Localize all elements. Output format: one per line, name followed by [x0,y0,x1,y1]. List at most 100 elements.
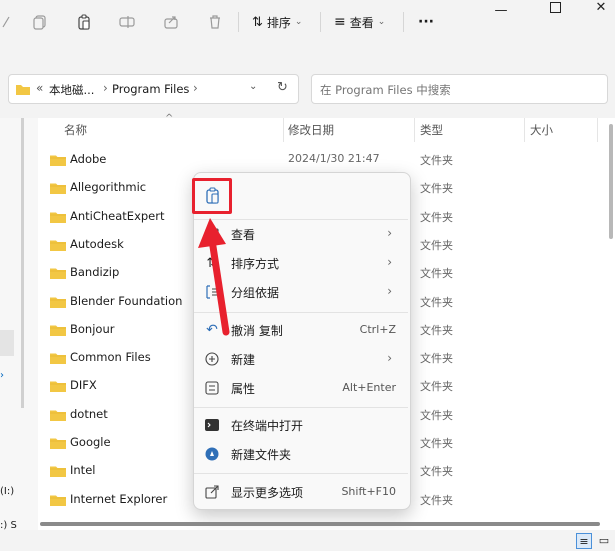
search-box[interactable] [311,74,608,104]
menu-item-shortcut: Shift+F10 [341,485,396,498]
view-label: 查看 [349,15,374,30]
chevron-right-icon: › [387,255,392,269]
folder-icon [50,381,66,393]
navigation-scrollbar[interactable] [21,118,24,408]
navigation-drive-i[interactable]: (I:) [0,486,14,497]
breadcrumb-program-files[interactable]: Program Files [112,82,189,96]
toolbar-divider [238,12,239,32]
delete-button[interactable] [202,10,228,34]
share-icon [164,16,178,29]
address-bar[interactable]: « 本地磁... › Program Files › ⌄ ↻ [8,74,299,104]
file-name: Common Files [70,350,151,365]
file-name: Intel [70,463,96,478]
folder-icon [50,466,66,478]
new-folder-icon [204,446,220,462]
file-type: 文件夹 [420,323,453,337]
menu-item-properties[interactable]: 属性 Alt+Enter [200,374,402,402]
tiles-view-icon: ▭ [598,533,610,547]
menu-item-label: 显示更多选项 [231,486,304,500]
folder-icon [50,268,66,280]
file-type: 文件夹 [420,154,453,167]
file-type: 文件夹 [420,182,453,196]
toolbar-divider [403,12,404,32]
file-date: 2024/1/30 21:47 [288,152,380,165]
column-divider[interactable] [414,118,415,142]
toolbar-divider [320,12,321,32]
refresh-icon[interactable]: ↻ [277,80,288,95]
file-type: 文件夹 [420,238,453,252]
copy-icon [33,15,46,30]
file-type: 文件夹 [420,295,453,309]
file-name: Internet Explorer [70,491,168,506]
menu-item-shortcut: Alt+Enter [342,381,396,394]
file-name: Bonjour [70,321,115,336]
file-name: DIFX [70,378,97,393]
horizontal-scrollbar[interactable] [40,522,600,526]
properties-icon [204,380,220,396]
close-icon: ✕ [595,0,607,15]
breadcrumb-separator[interactable]: › [193,81,198,95]
menu-item-label: 在终端中打开 [231,419,304,433]
menu-item-label: 新建文件夹 [231,448,292,462]
file-type: 文件夹 [420,465,453,479]
add-circle-icon [204,351,220,367]
chevron-down-icon: ⌄ [294,17,303,27]
file-row[interactable]: Adobe 2024/1/30 21:47 文件夹 [50,146,610,174]
annotation-arrow-icon [198,218,230,336]
navigation-selected-item[interactable] [0,330,14,356]
breadcrumb-separator[interactable]: › [103,81,108,95]
maximize-button[interactable] [532,0,578,20]
file-name: Autodesk [70,236,124,251]
rename-button[interactable] [114,10,140,34]
share-button[interactable] [158,10,184,34]
column-header-date[interactable]: 修改日期 [288,122,334,138]
column-header-type[interactable]: 类型 [420,122,443,138]
view-button[interactable]: ≡ 查看 ⌄ [334,12,385,32]
tiles-view-button[interactable]: ▭ [597,533,611,547]
sort-button[interactable]: ⇅ 排序 ⌄ [252,12,302,32]
navigation-item-marker[interactable]: › [0,370,4,381]
close-button[interactable]: ✕ [578,0,615,20]
menu-item-shortcut: Ctrl+Z [359,323,396,336]
terminal-icon [204,417,220,433]
chevron-right-icon: › [387,226,392,240]
menu-item-open-terminal[interactable]: 在终端中打开 [200,411,402,439]
column-divider[interactable] [283,118,284,142]
details-view-button[interactable]: ≡ [576,533,592,549]
rename-icon [119,16,135,28]
menu-item-new-folder[interactable]: 新建文件夹 [200,440,402,468]
copy-button[interactable] [27,10,53,34]
menu-item-show-more-options[interactable]: 显示更多选项 Shift+F10 [200,478,402,506]
file-type: 文件夹 [420,267,453,281]
open-external-icon [204,484,220,500]
breadcrumb-overflow[interactable]: « [36,81,43,95]
column-header-size[interactable]: 大小 [530,122,553,138]
highlight-box [192,178,232,214]
file-type: 文件夹 [420,437,453,450]
cut-icon[interactable] [0,10,12,34]
menu-item-new[interactable]: 新建 › [200,345,402,373]
status-bar [0,530,615,551]
file-name: AntiCheatExpert [70,208,165,223]
menu-divider [194,473,408,474]
minimize-button[interactable]: — [478,0,524,20]
breadcrumb-drive[interactable]: 本地磁... [49,82,94,98]
maximize-icon [549,1,561,13]
folder-icon [50,410,66,421]
chevron-right-icon: › [387,351,392,365]
file-name: Allegorithmic [70,180,147,195]
file-name: Adobe [70,152,107,166]
menu-item-label: 属性 [231,382,256,396]
search-input[interactable] [318,79,602,101]
column-divider[interactable] [524,118,525,142]
trash-icon [210,15,220,29]
paste-icon [78,14,90,30]
file-type: 文件夹 [420,210,453,224]
folder-icon [50,212,66,223]
paste-button[interactable] [71,10,97,34]
more-options-button[interactable]: ··· [418,12,434,32]
file-name: dotnet [70,406,108,421]
address-history-chevron-icon[interactable]: ⌄ [249,81,257,92]
column-divider[interactable] [597,118,598,142]
column-header-name[interactable]: 名称 [64,122,87,138]
